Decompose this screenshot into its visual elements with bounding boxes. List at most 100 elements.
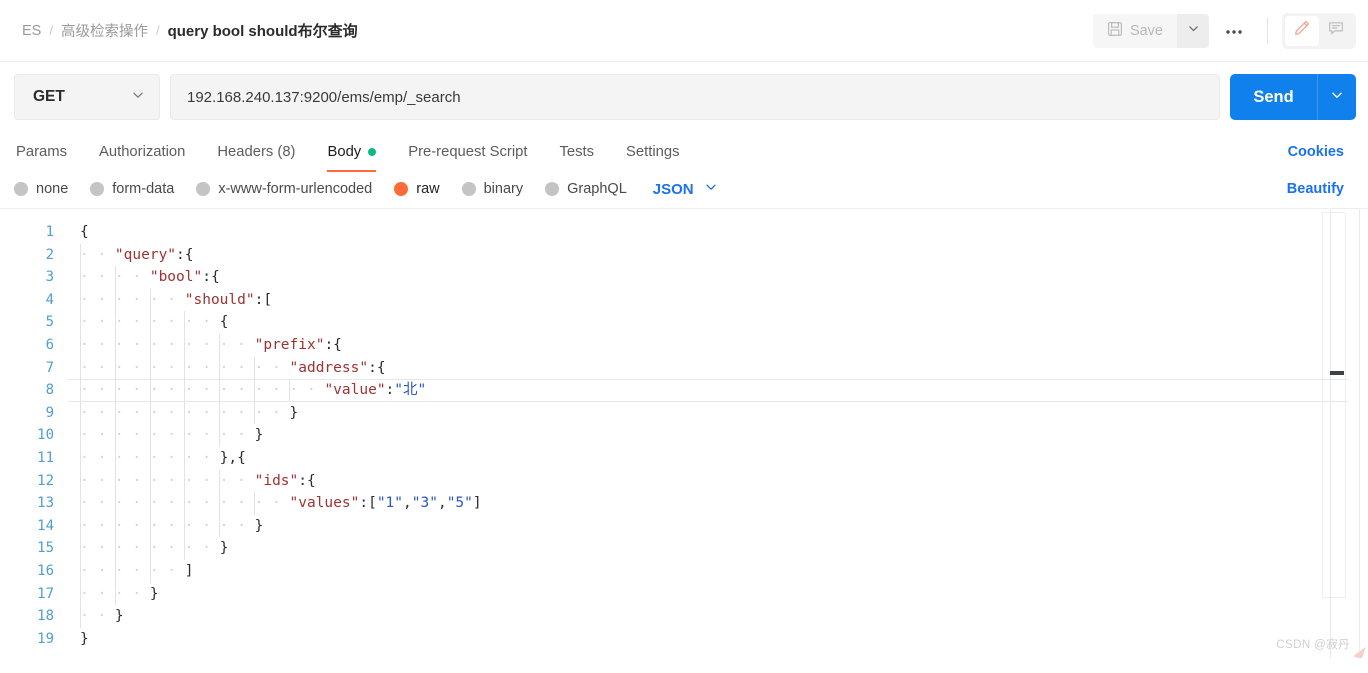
code-line[interactable]: 11 · · · · · · · · },{	[0, 447, 1368, 470]
ellipsis-icon	[1224, 23, 1244, 39]
body-type-form-data[interactable]: form-data	[90, 181, 196, 197]
body-type-raw[interactable]: raw	[394, 181, 461, 197]
pencil-icon	[1293, 19, 1311, 42]
header-actions: Save	[1092, 12, 1356, 49]
beautify-link[interactable]: Beautify	[1287, 181, 1352, 197]
radio-icon	[461, 182, 476, 196]
code-line[interactable]: 12 · · · · · · · · · · "ids":{	[0, 470, 1368, 493]
code-text: · · · · · · "should":[	[56, 289, 272, 312]
token-s: "1"	[376, 495, 404, 512]
body-type-graphql[interactable]: GraphQL	[545, 181, 649, 197]
indent-dots: · · · · · · · · · ·	[80, 472, 255, 489]
token-k: "prefix"	[254, 336, 325, 353]
tab-settings[interactable]: Settings	[610, 132, 695, 172]
code-line[interactable]: 10 · · · · · · · · · · }	[0, 424, 1368, 447]
code-line[interactable]: 5 · · · · · · · · {	[0, 311, 1368, 334]
body-type-none[interactable]: none	[14, 181, 90, 197]
code-line[interactable]: 1{	[0, 221, 1368, 244]
send-button[interactable]: Send	[1230, 74, 1318, 120]
code-line[interactable]: 19}	[0, 628, 1368, 651]
view-mode-group	[1282, 12, 1356, 49]
indent-dots: · ·	[80, 246, 115, 263]
token-k: "value"	[324, 382, 386, 399]
tab-tests[interactable]: Tests	[543, 132, 610, 172]
indent-dots: · · · · · ·	[80, 562, 185, 579]
breadcrumb-item-folder[interactable]: 高级检索操作	[61, 20, 148, 41]
token-k: "ids"	[254, 472, 299, 489]
code-line[interactable]: 4 · · · · · · "should":[	[0, 289, 1368, 312]
tab-label: Pre-request Script	[408, 144, 528, 160]
code-text: · · · · }	[56, 583, 159, 606]
code-text: · · · · · · · · · · · · }	[56, 402, 298, 425]
body-type-x-www-form-urlencoded[interactable]: x-www-form-urlencoded	[196, 181, 394, 197]
request-url-input[interactable]: 192.168.240.137:9200/ems/emp/_search	[170, 74, 1220, 120]
tab-pre-request-script[interactable]: Pre-request Script	[392, 132, 543, 172]
breadcrumb-separator: /	[155, 23, 160, 38]
tab-label: Headers (8)	[217, 144, 296, 160]
body-type-label: form-data	[112, 181, 175, 197]
code-line[interactable]: 15 · · · · · · · · }	[0, 537, 1368, 560]
code-text: }	[56, 628, 89, 651]
tab-params[interactable]: Params	[14, 132, 83, 172]
body-type-label: x-www-form-urlencoded	[218, 181, 373, 197]
token-p: {	[219, 314, 229, 331]
cookies-link[interactable]: Cookies	[1288, 144, 1352, 160]
code-line[interactable]: 16 · · · · · · ]	[0, 560, 1368, 583]
line-number: 13	[37, 495, 54, 512]
indent-dots: · · · · · · · ·	[80, 314, 220, 331]
token-s: "3"	[411, 495, 438, 512]
token-p: }	[254, 427, 264, 444]
body-type-label: binary	[483, 181, 524, 197]
code-line[interactable]: 18 · · }	[0, 605, 1368, 628]
line-number: 1	[45, 224, 54, 240]
code-line[interactable]: 13 · · · · · · · · · · · · "values":["1",…	[0, 492, 1368, 515]
breadcrumb-item-es[interactable]: ES	[22, 23, 41, 39]
code-line[interactable]: 6 · · · · · · · · · · "prefix":{	[0, 334, 1368, 357]
line-number: 14	[37, 517, 54, 534]
token-k: "values"	[289, 495, 360, 512]
tab-authorization[interactable]: Authorization	[83, 132, 201, 172]
line-number: 19	[37, 630, 54, 647]
code-text: · · · · · · · · · · · · "address":{	[56, 357, 386, 380]
send-options-button[interactable]	[1318, 74, 1356, 120]
line-number: 7	[45, 359, 54, 376]
comment-button[interactable]	[1319, 16, 1353, 46]
more-options-button[interactable]	[1215, 14, 1253, 48]
edit-mode-button[interactable]	[1285, 15, 1319, 46]
line-number: 5	[45, 314, 54, 331]
token-p: }	[80, 630, 89, 647]
code-line[interactable]: 3 · · · · "bool":{	[0, 266, 1368, 289]
line-number: 15	[37, 540, 54, 557]
indent-dots: · · · · · · · · · · · ·	[80, 495, 290, 512]
indent-dots: · · · · · · · · · · · ·	[80, 404, 290, 421]
tab-headers[interactable]: Headers (8)	[201, 132, 311, 172]
indent-dots: · · · · · · · ·	[80, 540, 220, 557]
code-line[interactable]: 14 · · · · · · · · · · }	[0, 515, 1368, 538]
body-type-label: GraphQL	[567, 181, 627, 197]
indent-dots: · · · · · · · · · ·	[80, 336, 255, 353]
breadcrumb-separator: /	[49, 23, 53, 38]
body-type-binary[interactable]: binary	[461, 181, 546, 197]
chevron-down-icon	[704, 180, 718, 198]
body-format-value: JSON	[652, 180, 694, 198]
body-format-select[interactable]: JSON	[649, 180, 718, 198]
request-tabs: Params Authorization Headers (8) Body Pr…	[0, 132, 1368, 172]
indent-dots: · ·	[80, 608, 115, 625]
code-editor-content[interactable]: 1{2 · · "query":{3 · · · · "bool":{4 · · · …	[0, 209, 1368, 658]
token-p: }	[219, 540, 229, 557]
body-editor[interactable]: 1{2 · · "query":{3 · · · · "bool":{4 · · · …	[0, 208, 1368, 658]
code-text: · · · · · · · · · · }	[56, 515, 263, 538]
code-line[interactable]: 17 · · · · }	[0, 583, 1368, 606]
code-line[interactable]: 8 · · · · · · · · · · · · · · "value":"北"	[0, 379, 1368, 402]
code-line[interactable]: 2 · · "query":{	[0, 244, 1368, 267]
save-options-button[interactable]	[1177, 13, 1209, 48]
line-number: 9	[45, 404, 54, 421]
token-p: }	[114, 608, 124, 625]
save-button[interactable]: Save	[1092, 13, 1177, 48]
code-text: · · · · · · · · · · }	[56, 424, 263, 447]
tab-body[interactable]: Body	[311, 132, 392, 172]
body-type-label: raw	[416, 181, 440, 197]
code-line[interactable]: 7 · · · · · · · · · · · · "address":{	[0, 357, 1368, 380]
http-method-select[interactable]: GET	[14, 74, 160, 120]
code-line[interactable]: 9 · · · · · · · · · · · · }	[0, 402, 1368, 425]
